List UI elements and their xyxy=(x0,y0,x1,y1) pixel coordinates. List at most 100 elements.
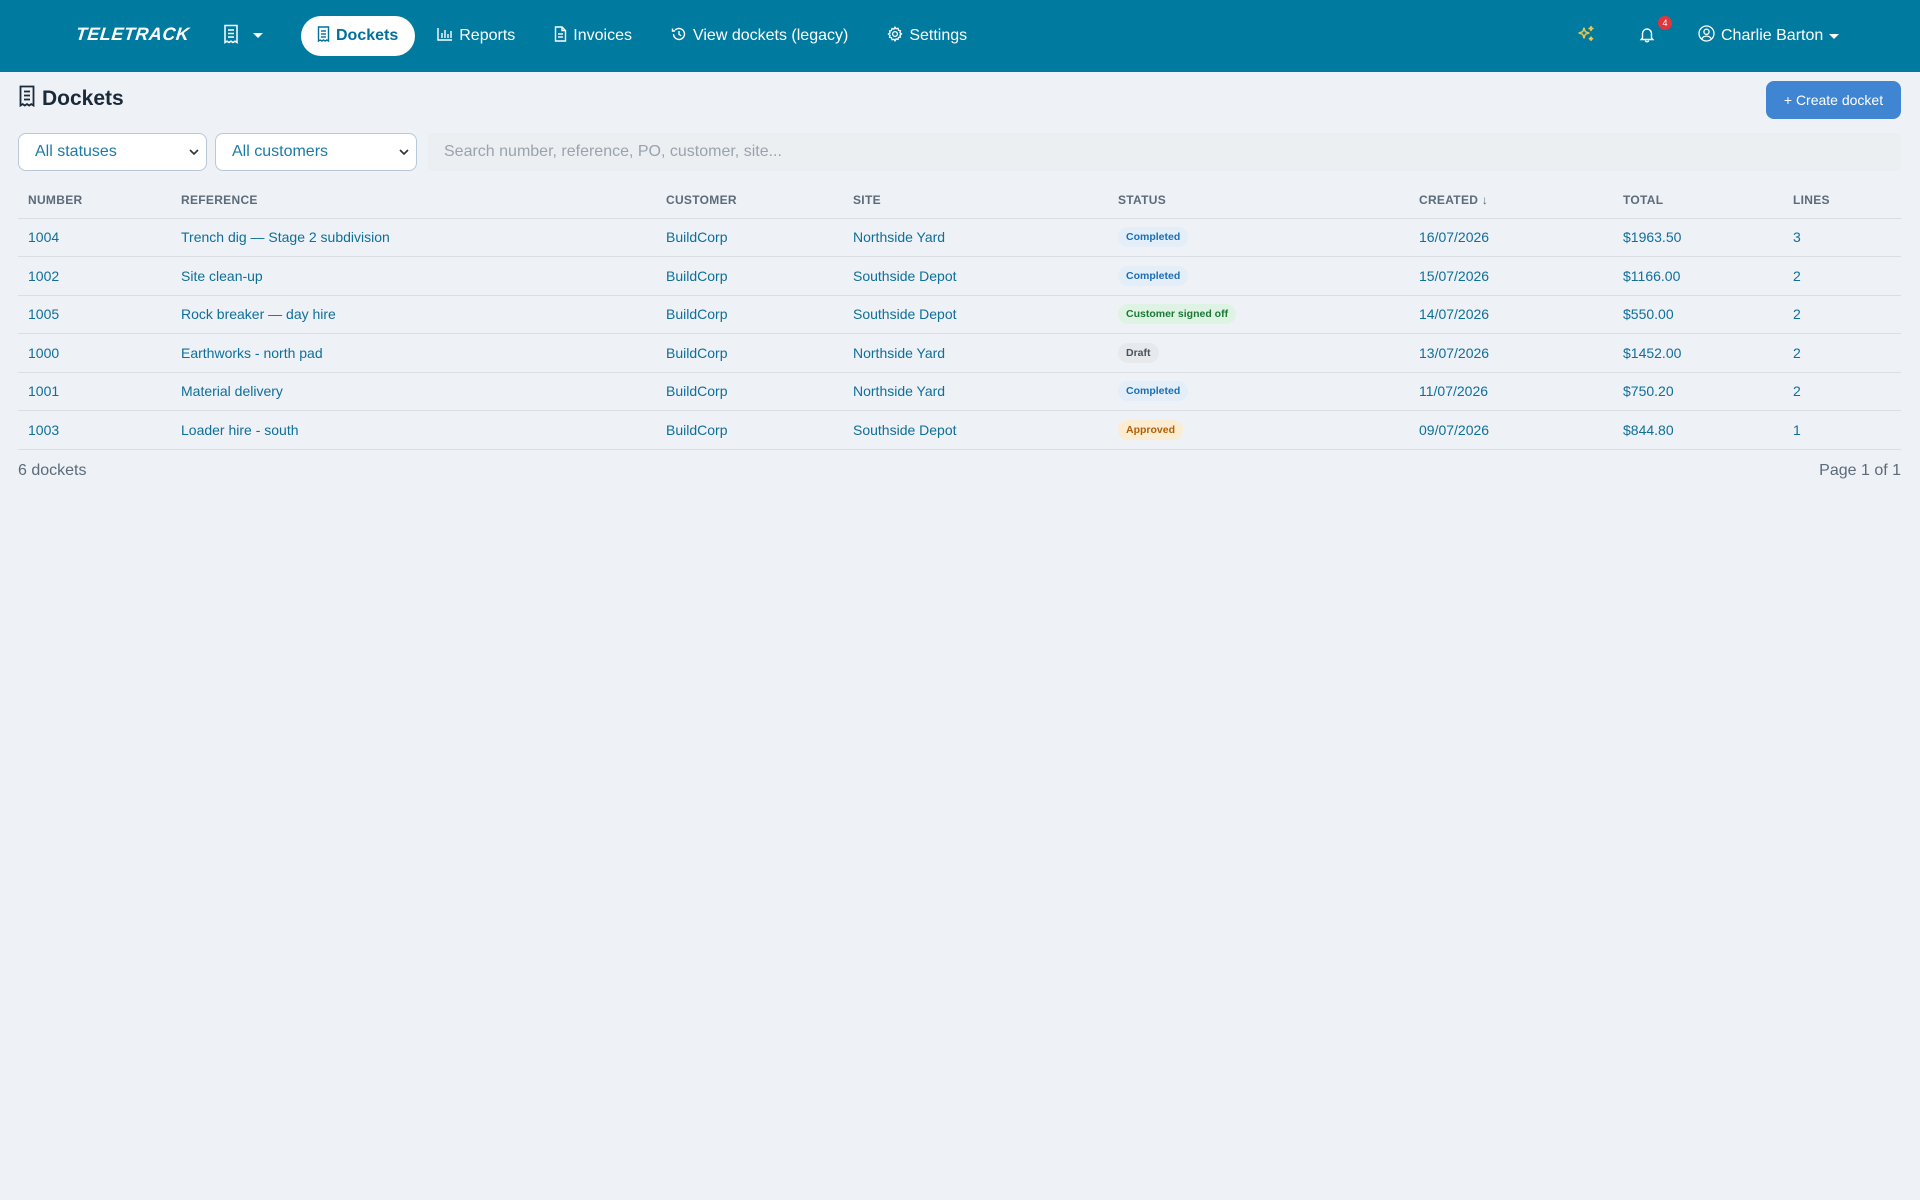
docket-customer[interactable]: BuildCorp xyxy=(656,256,843,296)
docket-number[interactable]: 1001 xyxy=(18,372,171,411)
user-circle-icon xyxy=(1698,25,1715,47)
bell-icon xyxy=(1638,25,1656,48)
docket-reference[interactable]: Site clean-up xyxy=(171,256,656,296)
nav-settings-label: Settings xyxy=(909,27,968,44)
column-header-total[interactable]: TOTAL xyxy=(1613,182,1783,219)
table-row[interactable]: 1001 Material delivery BuildCorp Northsi… xyxy=(18,372,1901,411)
docket-customer[interactable]: BuildCorp xyxy=(656,333,843,373)
docket-site[interactable]: Northside Yard xyxy=(843,218,1108,257)
docket-site[interactable]: Southside Depot xyxy=(843,410,1108,450)
status-badge: Customer signed off xyxy=(1118,304,1237,325)
column-header-reference[interactable]: REFERENCE xyxy=(171,182,656,219)
docket-number[interactable]: 1004 xyxy=(18,218,171,257)
docket-created[interactable]: 16/07/2026 xyxy=(1409,218,1613,257)
column-header-number[interactable]: NUMBER xyxy=(18,182,171,219)
nav-settings[interactable]: Settings xyxy=(871,16,984,56)
docket-count: 6 dockets xyxy=(18,462,87,479)
docket-number[interactable]: 1000 xyxy=(18,333,171,373)
docket-reference[interactable]: Rock breaker — day hire xyxy=(171,295,656,334)
docket-lines[interactable]: 1 xyxy=(1783,410,1901,450)
docket-total[interactable]: $750.20 xyxy=(1613,372,1783,411)
nav-view-dockets-legacy[interactable]: View dockets (legacy) xyxy=(655,16,865,56)
search-input[interactable] xyxy=(428,133,1901,171)
app-logo[interactable]: TELETRACK xyxy=(75,24,191,45)
table-row[interactable]: 1002 Site clean-up BuildCorp Southside D… xyxy=(18,256,1901,296)
sparkle-icon xyxy=(1576,24,1596,49)
docket-status-cell: Approved xyxy=(1108,410,1409,450)
docket-total[interactable]: $1166.00 xyxy=(1613,256,1783,296)
page-title-text: Dockets xyxy=(42,87,124,110)
top-nav: TELETRACK Dockets Reports Invoices View … xyxy=(0,0,1920,72)
docket-reference[interactable]: Earthworks - north pad xyxy=(171,333,656,373)
table-row[interactable]: 1000 Earthworks - north pad BuildCorp No… xyxy=(18,333,1901,373)
docket-site[interactable]: Northside Yard xyxy=(843,372,1108,411)
docket-site[interactable]: Southside Depot xyxy=(843,295,1108,334)
docket-status-cell: Customer signed off xyxy=(1108,295,1409,334)
docket-number[interactable]: 1005 xyxy=(18,295,171,334)
docket-number[interactable]: 1003 xyxy=(18,410,171,450)
docket-site[interactable]: Southside Depot xyxy=(843,256,1108,296)
status-filter-select[interactable]: All statuses xyxy=(18,133,207,171)
nav-invoices[interactable]: Invoices xyxy=(538,16,649,56)
create-docket-button[interactable]: + Create docket xyxy=(1766,81,1901,119)
chevron-down-icon xyxy=(252,27,264,45)
nav-dockets[interactable]: Dockets xyxy=(301,16,416,56)
status-badge: Draft xyxy=(1118,342,1159,363)
status-badge: Approved xyxy=(1118,419,1184,440)
docket-site[interactable]: Northside Yard xyxy=(843,333,1108,373)
main-nav: Dockets Reports Invoices View dockets (l… xyxy=(301,16,984,56)
docket-total[interactable]: $550.00 xyxy=(1613,295,1783,334)
nav-legacy-label: View dockets (legacy) xyxy=(692,27,849,44)
docket-lines[interactable]: 2 xyxy=(1783,333,1901,373)
dockets-table: NUMBER REFERENCE CUSTOMER SITE STATUS CR… xyxy=(18,182,1901,450)
docket-lines[interactable]: 2 xyxy=(1783,372,1901,411)
docket-total[interactable]: $844.80 xyxy=(1613,410,1783,450)
docket-created[interactable]: 15/07/2026 xyxy=(1409,256,1613,296)
docket-customer[interactable]: BuildCorp xyxy=(656,218,843,257)
docket-created[interactable]: 09/07/2026 xyxy=(1409,410,1613,450)
nav-reports[interactable]: Reports xyxy=(421,16,532,56)
status-badge: Completed xyxy=(1118,381,1189,402)
docket-status-cell: Completed xyxy=(1108,256,1409,296)
column-header-lines[interactable]: LINES xyxy=(1783,182,1901,219)
docket-created[interactable]: 13/07/2026 xyxy=(1409,333,1613,373)
chevron-down-icon xyxy=(1829,27,1840,45)
table-header-row: NUMBER REFERENCE CUSTOMER SITE STATUS CR… xyxy=(18,182,1901,219)
table-row[interactable]: 1005 Rock breaker — day hire BuildCorp S… xyxy=(18,295,1901,334)
docket-total[interactable]: $1452.00 xyxy=(1613,333,1783,373)
status-filter-value: All statuses xyxy=(35,143,117,160)
receipt-icon xyxy=(317,25,330,47)
column-header-status[interactable]: STATUS xyxy=(1108,182,1409,219)
bar-chart-icon xyxy=(437,27,453,46)
docket-lines[interactable]: 2 xyxy=(1783,256,1901,296)
docket-total[interactable]: $1963.50 xyxy=(1613,218,1783,257)
docket-created[interactable]: 14/07/2026 xyxy=(1409,295,1613,334)
docket-customer[interactable]: BuildCorp xyxy=(656,372,843,411)
user-menu[interactable]: Charlie Barton xyxy=(1698,18,1840,54)
notifications-button[interactable]: 4 xyxy=(1638,16,1672,54)
docket-number[interactable]: 1002 xyxy=(18,256,171,296)
customer-filter-select[interactable]: All customers xyxy=(215,133,417,171)
column-header-created[interactable]: CREATED ↓ xyxy=(1409,182,1613,219)
docket-customer[interactable]: BuildCorp xyxy=(656,410,843,450)
table-row[interactable]: 1003 Loader hire - south BuildCorp South… xyxy=(18,410,1901,450)
docket-created[interactable]: 11/07/2026 xyxy=(1409,372,1613,411)
nav-invoices-label: Invoices xyxy=(573,27,632,44)
docket-lines[interactable]: 2 xyxy=(1783,295,1901,334)
docket-type-switcher[interactable] xyxy=(222,22,264,50)
docket-reference[interactable]: Material delivery xyxy=(171,372,656,411)
nav-dockets-label: Dockets xyxy=(336,27,399,44)
notification-count-badge: 4 xyxy=(1658,16,1672,30)
docket-reference[interactable]: Trench dig — Stage 2 subdivision xyxy=(171,218,656,257)
docket-customer[interactable]: BuildCorp xyxy=(656,295,843,334)
gear-icon xyxy=(887,25,903,47)
table-row[interactable]: 1004 Trench dig — Stage 2 subdivision Bu… xyxy=(18,218,1901,257)
column-header-site[interactable]: SITE xyxy=(843,182,1108,219)
docket-lines[interactable]: 3 xyxy=(1783,218,1901,257)
docket-reference[interactable]: Loader hire - south xyxy=(171,410,656,450)
ai-assistant-button[interactable] xyxy=(1576,18,1596,54)
chevron-down-icon xyxy=(399,143,409,161)
column-header-customer[interactable]: CUSTOMER xyxy=(656,182,843,219)
status-badge: Completed xyxy=(1118,227,1189,248)
user-name: Charlie Barton xyxy=(1721,27,1824,44)
